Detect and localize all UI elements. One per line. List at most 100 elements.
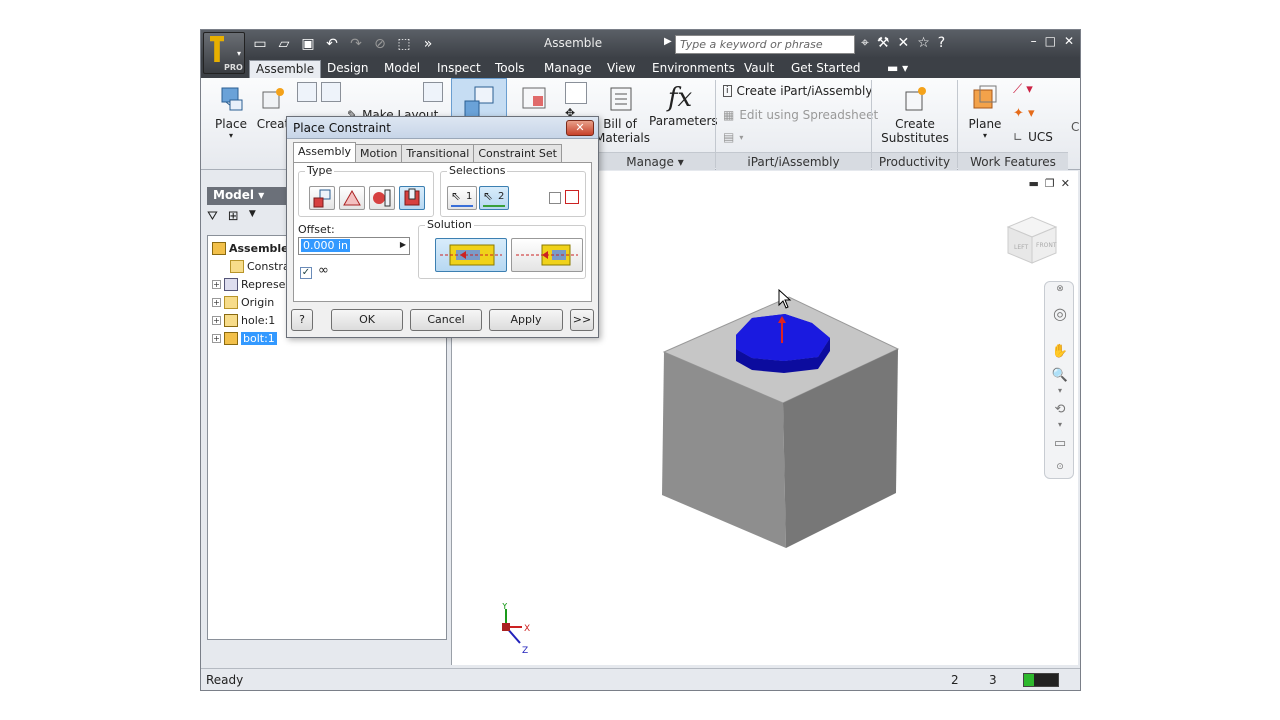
tangent-constraint-button[interactable] — [369, 186, 395, 210]
update-icon[interactable]: ⊘ — [371, 35, 389, 53]
bill-of-materials-button[interactable]: Bill of Materials — [595, 84, 650, 145]
close-icon[interactable]: ⊗ — [1051, 284, 1069, 302]
customize-qat-icon[interactable]: » — [419, 35, 437, 53]
dialog-body: Type Selections ⇖ 1 ⇖ 2 Offset: 0.000 in… — [293, 162, 592, 302]
plane-icon — [973, 85, 997, 109]
close-icon[interactable]: ✕ — [1064, 34, 1074, 48]
ribbon-display-icon[interactable]: ▬ ▾ — [881, 60, 914, 78]
tree-item-origin[interactable]: + Origin — [212, 294, 274, 310]
viewcube[interactable]: LEFT FRONT — [1004, 211, 1060, 269]
insert-opposed-icon — [440, 244, 502, 266]
folder-icon — [224, 295, 238, 309]
insert-constraint-button[interactable] — [399, 186, 425, 210]
navbar-options-icon[interactable]: ⊙ — [1051, 462, 1069, 480]
minimize-icon[interactable]: – — [1031, 34, 1037, 48]
pattern-tools[interactable] — [297, 82, 349, 104]
tab-motion[interactable]: Motion — [355, 144, 403, 164]
tab-environments[interactable]: Environments — [646, 60, 741, 78]
place-button[interactable]: Place ▾ — [211, 84, 251, 140]
filter-icon[interactable]: ⛛ — [207, 209, 218, 224]
model-viewport[interactable] — [652, 281, 902, 551]
save-icon[interactable]: ▣ — [299, 35, 317, 53]
help-button[interactable]: ? — [291, 309, 313, 331]
tab-assembly[interactable]: Assembly — [293, 142, 357, 162]
tab-transitional[interactable]: Transitional — [401, 144, 475, 164]
joint-icon[interactable] — [519, 82, 553, 116]
chevron-down-icon[interactable]: ▼ — [249, 209, 256, 224]
steering-wheel-icon[interactable]: ◎ — [1051, 304, 1069, 323]
tab-inspect[interactable]: Inspect — [431, 60, 487, 78]
select-icon[interactable]: ⬚ — [395, 35, 413, 53]
maximize-icon[interactable]: □ — [1045, 34, 1056, 48]
create-ipart-button[interactable]: i Create iPart/iAssembly — [723, 84, 872, 98]
tree-item-hole[interactable]: + hole:1 — [212, 312, 275, 328]
look-at-icon[interactable]: ▭ — [1051, 436, 1069, 454]
plane-button[interactable]: Plane ▾ — [965, 84, 1005, 140]
tab-design[interactable]: Design — [321, 60, 374, 78]
expand-icon[interactable]: + — [212, 279, 221, 289]
dialog-close-button[interactable]: ✕ — [566, 120, 594, 136]
ipart-options-button[interactable]: ▤ ▾ — [723, 130, 743, 144]
apply-button[interactable]: Apply — [489, 309, 563, 331]
tab-assemble[interactable]: Assemble — [249, 60, 322, 78]
parameters-button[interactable]: fx Parameters — [649, 82, 718, 128]
grid-icon[interactable] — [423, 82, 443, 102]
expand-icon[interactable]: + — [212, 297, 221, 307]
minimize-icon[interactable]: ▬ — [1029, 177, 1039, 190]
wrench-icon[interactable]: ⚒ — [877, 35, 890, 51]
application-menu-button[interactable]: PRO ▾ — [203, 32, 245, 74]
viewcube-front-label: FRONT — [1036, 242, 1057, 249]
tree-item-representations[interactable]: + Represe — [212, 276, 285, 292]
selection-2-button[interactable]: ⇖ 2 — [479, 186, 509, 210]
star-icon[interactable]: ☆ — [917, 35, 930, 51]
zoom-icon[interactable]: 🔍 — [1051, 368, 1069, 386]
mirror-icon[interactable] — [320, 82, 341, 102]
solution-opposed-button[interactable] — [435, 238, 507, 272]
open-folder-icon[interactable]: ▱ — [275, 35, 293, 53]
viewcube-left-label: LEFT — [1014, 244, 1028, 251]
tab-get-started[interactable]: Get Started — [785, 60, 867, 78]
selection-1-button[interactable]: ⇖ 1 — [447, 186, 477, 210]
show-preview-checkbox[interactable]: ✓ — [300, 267, 312, 279]
binoculars-icon[interactable]: ⌖ — [861, 35, 869, 51]
search-input[interactable]: Type a keyword or phrase — [675, 35, 855, 54]
cancel-button[interactable]: Cancel — [410, 309, 482, 331]
create-substitutes-button[interactable]: Create Substitutes — [879, 84, 951, 145]
tab-vault[interactable]: Vault — [738, 60, 780, 78]
tree-item-assembly[interactable]: Assemble — [212, 240, 289, 256]
tab-view[interactable]: View — [601, 60, 641, 78]
redo-icon[interactable]: ↷ — [347, 35, 365, 53]
restore-icon[interactable]: ❐ — [1045, 177, 1055, 190]
triangle-right-icon[interactable]: ▶ — [400, 240, 406, 249]
ucs-button[interactable]: ∟ UCS — [1013, 130, 1053, 144]
pan-icon[interactable]: ✋ — [1051, 344, 1069, 362]
pick-part-first-checkbox[interactable] — [549, 192, 561, 204]
axis-icon[interactable]: ⟋ ▾ — [1013, 82, 1033, 97]
expand-icon[interactable]: + — [212, 333, 221, 343]
undo-icon[interactable]: ↶ — [323, 35, 341, 53]
ok-button[interactable]: OK — [331, 309, 403, 331]
tab-tools[interactable]: Tools — [489, 60, 531, 78]
solution-aligned-button[interactable] — [511, 238, 583, 272]
mate-constraint-button[interactable] — [309, 186, 335, 210]
tab-model[interactable]: Model — [378, 60, 426, 78]
tab-manage[interactable]: Manage — [538, 60, 598, 78]
pattern-icon[interactable] — [297, 82, 317, 102]
offset-field[interactable]: 0.000 in ▶ — [298, 237, 410, 255]
expand-icon[interactable]: + — [212, 315, 221, 325]
hierarchy-icon[interactable]: ⊞ — [228, 209, 239, 224]
tab-constraint-set[interactable]: Constraint Set — [473, 144, 562, 164]
angle-constraint-button[interactable] — [339, 186, 365, 210]
new-file-icon[interactable]: ▭ — [251, 35, 269, 53]
panel-manage[interactable]: Manage ▾ — [595, 152, 715, 170]
orbit-icon[interactable]: ⟲ — [1051, 402, 1069, 420]
tree-item-constraints[interactable]: Constra — [230, 258, 290, 274]
more-button[interactable]: >> — [570, 309, 594, 331]
point-icon[interactable]: ✦ ▾ — [1013, 106, 1035, 121]
communication-icon[interactable]: ✕ — [897, 35, 909, 51]
magnet-icon[interactable] — [565, 82, 587, 104]
close-icon[interactable]: ✕ — [1061, 177, 1070, 190]
edit-spreadsheet-button[interactable]: ▦ Edit using Spreadsheet — [723, 108, 878, 122]
help-icon[interactable]: ? — [938, 35, 945, 51]
tree-item-bolt[interactable]: + bolt:1 — [212, 330, 277, 346]
